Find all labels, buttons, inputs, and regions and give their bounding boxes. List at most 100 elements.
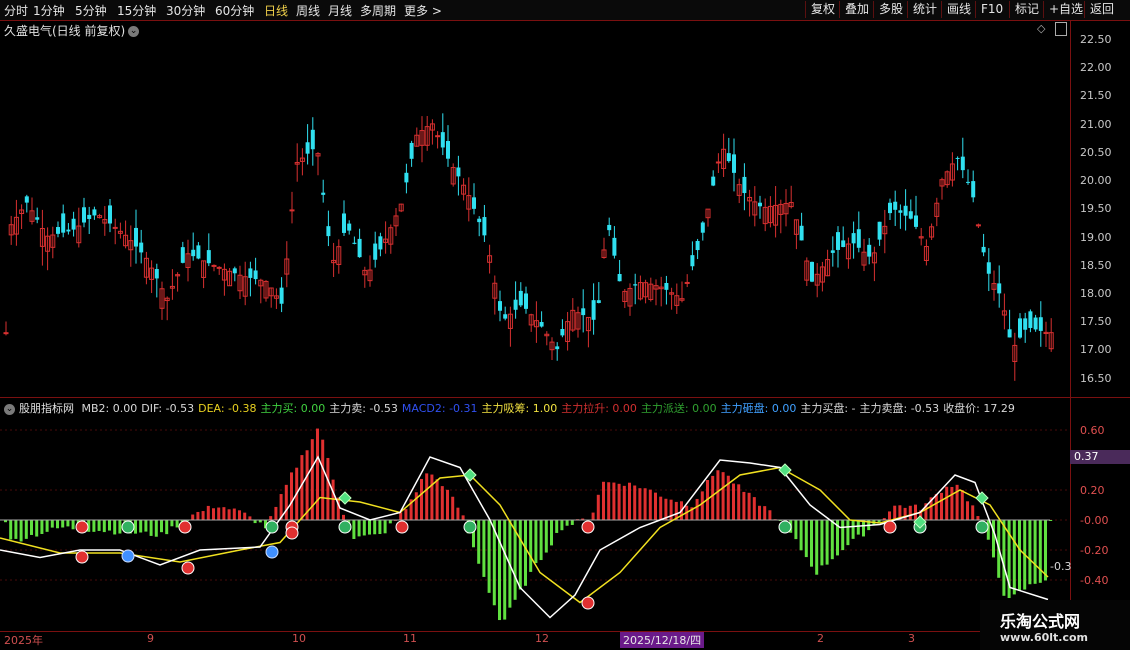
candle-body: [617, 274, 622, 282]
histogram-bar: [238, 510, 241, 520]
histogram-bar: [711, 475, 715, 520]
candle-body: [134, 227, 138, 247]
date-label: 3: [908, 632, 915, 645]
histogram-bar: [139, 520, 143, 533]
candle-body: [524, 293, 528, 309]
histogram-bar: [118, 520, 122, 534]
histogram-bar: [524, 520, 527, 586]
histogram-bar: [71, 520, 75, 530]
histogram-bar: [368, 520, 371, 535]
candle-body: [248, 268, 253, 278]
histogram-bar: [149, 520, 153, 536]
candle-body: [498, 301, 502, 311]
histogram-bar: [269, 516, 273, 520]
candle-body: [539, 322, 544, 327]
indicator-dropdown-icon[interactable]: ⌄: [4, 403, 15, 415]
indicator-tick: -0.40: [1080, 574, 1109, 587]
buy-signal-marker: [463, 520, 477, 534]
indicator-name[interactable]: 股朋指标网: [19, 402, 74, 415]
watermark-url: www.60lt.com: [1000, 631, 1089, 644]
date-label: 9: [147, 632, 154, 645]
histogram-bar: [700, 491, 704, 520]
histogram-bar: [695, 498, 699, 520]
candle-body: [684, 281, 690, 284]
candle-body: [112, 226, 118, 229]
histogram-bar: [518, 520, 522, 590]
histogram-bar: [721, 472, 725, 520]
candle-body: [279, 287, 284, 304]
histogram-bar: [950, 486, 954, 520]
histogram-bar: [284, 484, 288, 520]
candle-body: [664, 283, 669, 290]
candle-body: [477, 218, 482, 223]
histogram-bar: [290, 472, 293, 520]
histogram-bar: [810, 520, 813, 567]
histogram-bar: [742, 491, 746, 520]
candle-body: [206, 250, 211, 264]
histogram-bar: [160, 520, 163, 533]
candle-body: [695, 240, 700, 251]
sell-signal-marker: [395, 520, 409, 534]
histogram-bar: [1038, 520, 1042, 583]
histogram-bar: [357, 520, 361, 537]
histogram-bar: [352, 520, 356, 539]
histogram-bar: [638, 488, 642, 520]
histogram-bar: [758, 505, 761, 520]
candle-body: [591, 300, 596, 320]
histogram-bar: [617, 483, 621, 520]
histogram-bar: [201, 511, 205, 520]
candle-body: [732, 154, 736, 173]
price-tick: 18.00: [1080, 287, 1112, 300]
histogram-bar: [108, 520, 111, 531]
candle-body: [799, 225, 804, 241]
accumulation-diamond-icon: [778, 463, 792, 477]
histogram-bar: [227, 509, 231, 520]
indicator-field: MB2: 0.00: [81, 402, 138, 415]
candle-body: [310, 129, 315, 150]
histogram-bar: [955, 484, 959, 520]
candle-body: [893, 201, 898, 210]
candle-body: [888, 202, 892, 214]
indicator-header: ⌄ 股朋指标网 MB2: 0.00 DIF: -0.53 DEA: -0.38 主力买:…: [4, 400, 1023, 416]
histogram-bar: [539, 520, 543, 561]
price-tick: 17.50: [1080, 315, 1112, 328]
histogram-bar: [274, 506, 278, 520]
sell-signal-marker: [75, 550, 89, 564]
indicator-partial-label: -0.3: [1050, 560, 1072, 573]
histogram-bar: [435, 479, 439, 520]
histogram-bar: [607, 482, 611, 520]
candle-body: [877, 221, 882, 240]
price-tick: 21.00: [1080, 118, 1112, 131]
histogram-bar: [856, 520, 860, 535]
candle-body: [472, 197, 476, 209]
candle-body: [867, 244, 872, 257]
candle-body: [253, 270, 258, 280]
histogram-bar: [763, 506, 767, 520]
histogram-bar: [461, 515, 465, 520]
chart-canvas[interactable]: [0, 0, 1130, 650]
candle-body: [154, 269, 159, 279]
histogram-bar: [737, 484, 741, 520]
histogram-bar: [206, 505, 210, 520]
candle-body: [87, 214, 92, 219]
histogram-bar: [570, 520, 574, 525]
histogram-bar: [425, 473, 429, 520]
histogram-bar: [175, 520, 179, 528]
candle-body: [191, 249, 196, 257]
price-tick: 19.00: [1080, 231, 1112, 244]
dump-signal-marker: [265, 545, 279, 559]
histogram-bar: [893, 505, 897, 520]
candle-body: [810, 261, 814, 282]
indicator-field: 主力吸筹: 1.00: [481, 402, 558, 415]
histogram-bar: [768, 510, 772, 520]
candle-body: [61, 213, 66, 233]
histogram-bar: [966, 501, 969, 520]
histogram-bar: [888, 511, 891, 520]
histogram-bar: [196, 511, 200, 520]
histogram-bar: [971, 505, 975, 520]
sell-signal-marker: [581, 520, 595, 534]
histogram-bar: [654, 492, 657, 520]
histogram-bar: [804, 520, 808, 558]
date-label: 12: [535, 632, 549, 645]
histogram-bar: [191, 514, 195, 520]
